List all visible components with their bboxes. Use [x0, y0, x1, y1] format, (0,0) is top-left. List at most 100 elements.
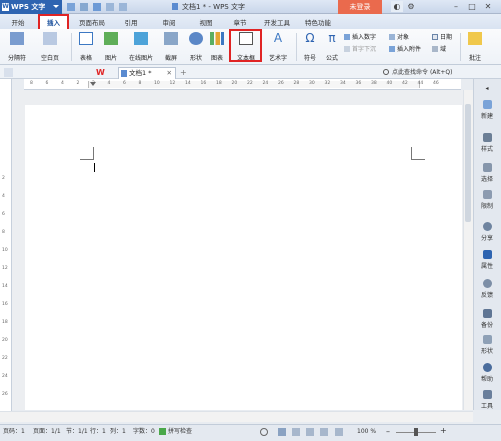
art-text-button[interactable]: A 艺术字	[263, 31, 293, 63]
drop-cap-label: 首字下沉	[352, 46, 377, 53]
table-button[interactable]: 表格	[74, 32, 98, 62]
task-new-button[interactable]: 新建	[473, 100, 501, 120]
view-page-icon[interactable]	[278, 428, 286, 436]
blank-page-button[interactable]: 空白页	[36, 32, 64, 62]
minimize-button[interactable]: –	[450, 1, 462, 12]
scrollbar-thumb[interactable]	[465, 104, 471, 222]
view-outline-icon[interactable]	[306, 428, 314, 436]
ruler-tick-label: 2	[76, 81, 80, 86]
picture-label: 图片	[104, 55, 117, 62]
command-search[interactable]: 点此查找命令 (Alt+Q)	[382, 67, 468, 78]
tab-home[interactable]: 开始	[6, 17, 30, 29]
object-button[interactable]: 对象	[389, 33, 409, 42]
task-feedback-button[interactable]: 反馈	[473, 279, 501, 299]
chart-button[interactable]: 图表	[207, 32, 227, 62]
crop-mark	[411, 147, 412, 159]
status-section[interactable]: 节：1/1	[66, 424, 88, 440]
chart-label: 图表	[210, 55, 223, 62]
page-break-button[interactable]: 分隔符	[4, 32, 30, 62]
task-restrict-button[interactable]: 限制	[473, 190, 501, 210]
vertical-ruler[interactable]	[0, 79, 12, 414]
task-backup-button[interactable]: 备份	[473, 309, 501, 329]
task-pane-toggle-icon[interactable]: ◂	[473, 85, 501, 92]
help-icon	[482, 363, 492, 372]
zoom-out-icon[interactable]: –	[386, 428, 392, 436]
tab-review[interactable]: 审阅	[158, 17, 180, 29]
art-text-icon: A	[273, 31, 283, 45]
tab-view[interactable]: 视图	[195, 17, 217, 29]
open-icon[interactable]	[80, 3, 88, 11]
indent-marker-icon[interactable]	[90, 82, 96, 86]
view-read-icon[interactable]	[320, 428, 328, 436]
date-button[interactable]: 日期	[432, 33, 452, 42]
drop-cap-icon	[344, 46, 350, 52]
properties-icon	[482, 250, 492, 259]
close-tab-icon[interactable]: ✕	[167, 68, 172, 79]
close-button[interactable]: ✕	[482, 1, 494, 12]
shape-icon	[189, 32, 203, 45]
paperclip-icon	[389, 46, 395, 52]
task-properties-button[interactable]: 属性	[473, 250, 501, 270]
status-pages[interactable]: 页面：1/1	[33, 424, 61, 440]
table-label: 表格	[79, 55, 92, 62]
field-button[interactable]: 域	[432, 45, 446, 54]
skin-icon[interactable]: ◐	[391, 1, 403, 12]
tab-page-layout[interactable]: 页面布局	[76, 17, 108, 29]
tab-chapter[interactable]: 章节	[229, 17, 251, 29]
app-menu-button[interactable]: W WPS 文字	[0, 0, 62, 14]
login-button[interactable]: 未登录	[338, 0, 382, 14]
redo-icon[interactable]	[119, 3, 127, 11]
online-picture-button[interactable]: 在线图片	[124, 32, 158, 62]
insert-number-button[interactable]: 插入数字	[344, 33, 376, 42]
screenshot-button[interactable]: 截屏	[159, 32, 183, 62]
task-restrict-label: 限制	[480, 203, 493, 210]
comment-label: 批注	[468, 55, 481, 62]
status-spell-check[interactable]: 拼写检查	[168, 424, 192, 440]
text-cursor	[94, 163, 95, 172]
comment-button[interactable]: 批注	[463, 32, 487, 62]
task-select-button[interactable]: 选择	[473, 163, 501, 183]
status-word-count[interactable]: 字数：0	[133, 424, 155, 440]
drop-cap-button[interactable]: 首字下沉	[344, 45, 376, 54]
new-tab-icon[interactable]: +	[180, 67, 190, 78]
document-tab[interactable]: 文档1 * ✕	[118, 67, 176, 79]
picture-button[interactable]: 图片	[99, 32, 123, 62]
status-zoom[interactable]: 100 %	[357, 424, 376, 440]
undo-icon[interactable]	[106, 3, 114, 11]
task-tools-button[interactable]: 工具	[473, 390, 501, 410]
eye-protect-icon[interactable]	[335, 428, 343, 436]
symbol-label: 符号	[303, 55, 316, 62]
shape-button[interactable]: 形状	[184, 32, 208, 62]
maximize-button[interactable]: □	[466, 1, 478, 12]
attachment-button[interactable]: 插入附件	[389, 45, 421, 54]
horizontal-scrollbar[interactable]	[0, 411, 473, 422]
ribbon-divider	[460, 33, 461, 61]
task-shape-label: 形状	[480, 348, 493, 355]
ruler-tick-label: 8	[30, 81, 33, 86]
task-shape-button[interactable]: 形状	[473, 335, 501, 355]
tab-special-features[interactable]: 特色功能	[303, 17, 333, 29]
save-icon[interactable]	[67, 3, 75, 11]
document-page[interactable]	[25, 105, 462, 410]
ruler-tick-label: 4	[107, 81, 111, 86]
task-style-button[interactable]: 样式	[473, 133, 501, 153]
view-web-icon[interactable]	[292, 428, 300, 436]
zoom-slider-thumb[interactable]	[414, 428, 418, 436]
settings-icon[interactable]: ⚙	[405, 1, 417, 12]
task-new-label: 新建	[480, 113, 493, 120]
revision-icon[interactable]	[260, 428, 268, 436]
title-bar	[0, 0, 501, 14]
print-icon[interactable]	[93, 3, 101, 11]
nav-left-icon[interactable]	[4, 68, 13, 77]
tab-references[interactable]: 引用	[120, 17, 142, 29]
feedback-icon	[482, 279, 492, 288]
task-share-button[interactable]: 分享	[473, 222, 501, 242]
zoom-in-icon[interactable]: +	[440, 427, 448, 435]
status-page[interactable]: 页码：1	[3, 424, 25, 440]
formula-button[interactable]: π 公式	[322, 32, 342, 63]
task-help-button[interactable]: 帮助	[473, 363, 501, 383]
symbol-button[interactable]: Ω 符号	[298, 31, 322, 63]
search-shortcut: (Alt+Q)	[429, 69, 453, 76]
omega-icon: Ω	[305, 31, 315, 45]
tab-developer[interactable]: 开发工具	[262, 17, 292, 29]
